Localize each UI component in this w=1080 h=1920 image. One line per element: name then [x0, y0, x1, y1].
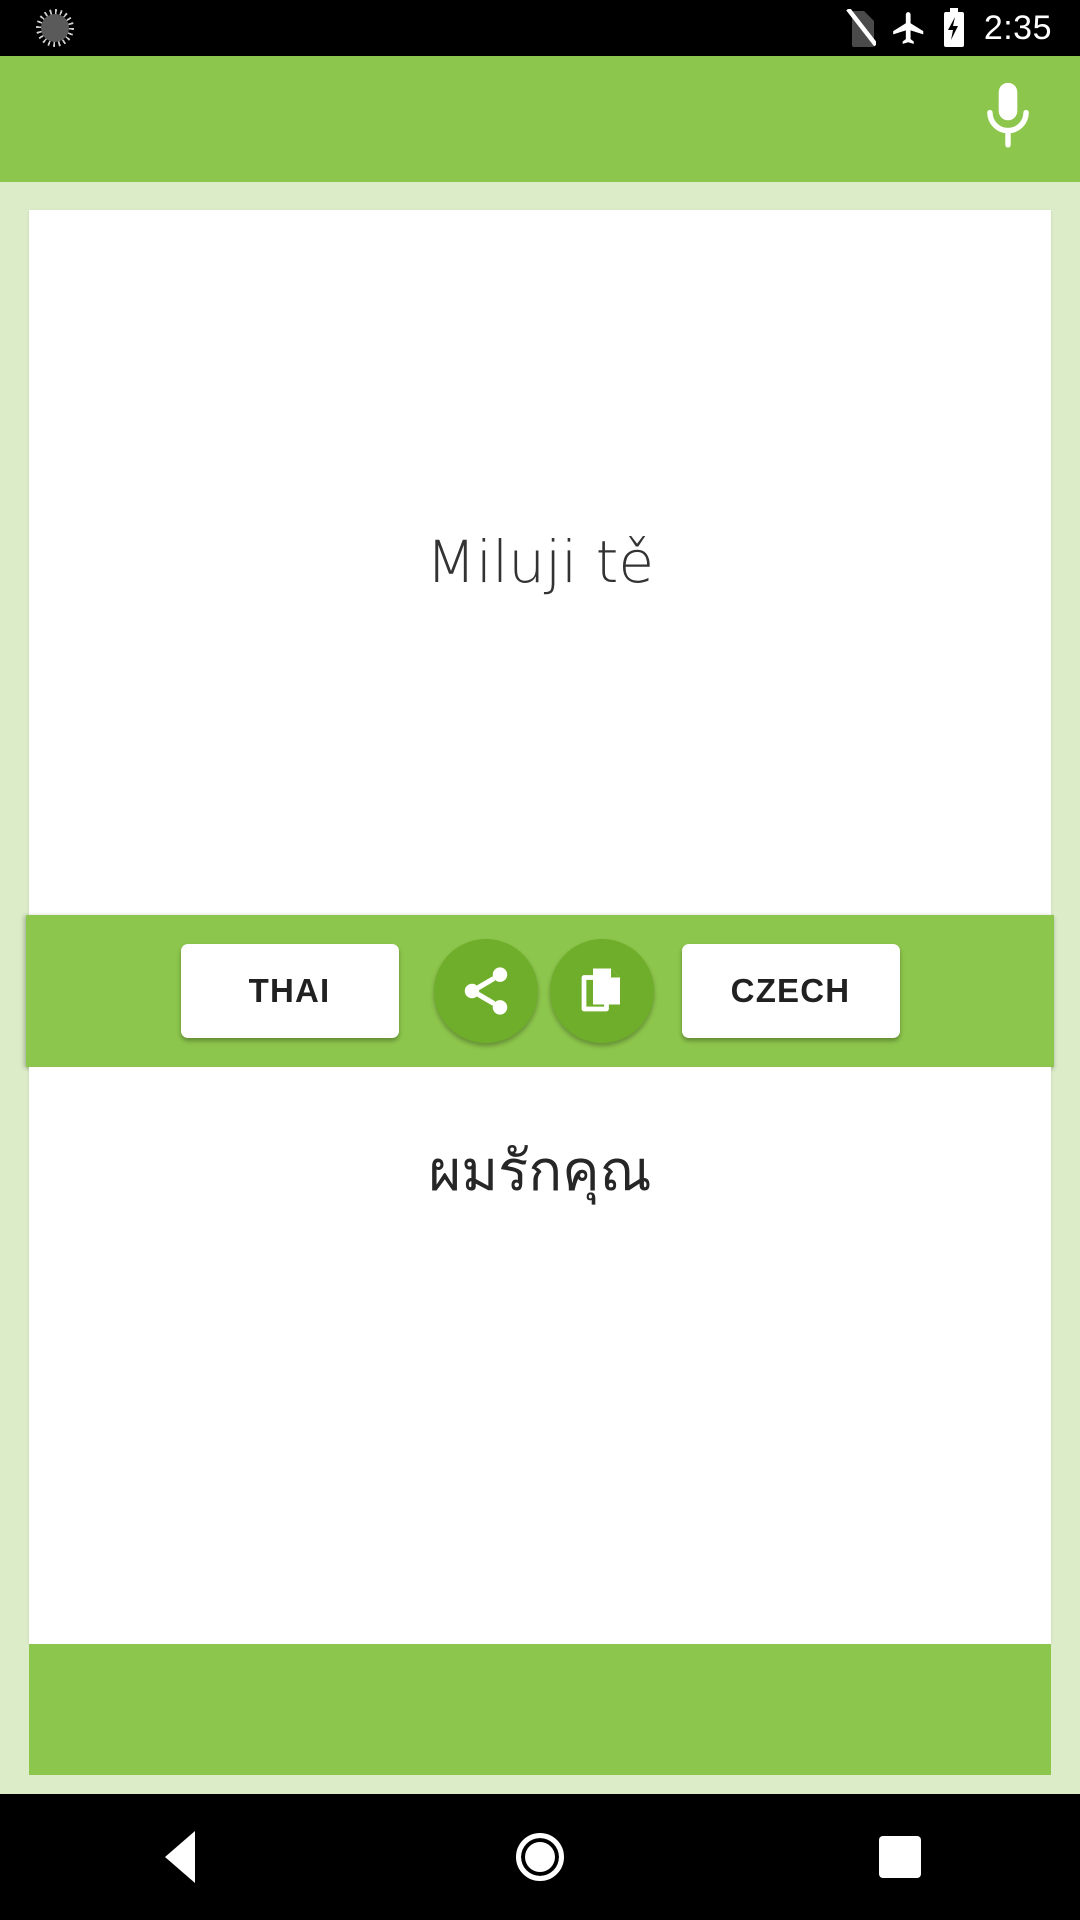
- share-button[interactable]: [433, 939, 538, 1043]
- source-language-button[interactable]: THAI: [180, 944, 399, 1038]
- battery-charging-icon: [943, 8, 964, 47]
- no-sim-icon: [846, 9, 876, 47]
- target-language-label: CZECH: [730, 972, 851, 1009]
- source-text: Miluji tě: [425, 527, 655, 596]
- source-text-panel[interactable]: Miluji tě: [29, 210, 1051, 915]
- action-toolbar: THAI CZECH: [26, 915, 1054, 1067]
- source-language-label: THAI: [248, 972, 331, 1009]
- sun-notification-icon: [36, 9, 74, 47]
- status-bar-left: [0, 9, 846, 47]
- nav-home-button[interactable]: [440, 1794, 640, 1920]
- airplane-mode-icon: [892, 12, 924, 44]
- status-bar: 2:35: [0, 0, 1080, 56]
- back-icon: [165, 1831, 195, 1883]
- microphone-icon: [987, 82, 1029, 148]
- target-text-panel[interactable]: ผมรักคุณ: [29, 1067, 1051, 1644]
- nav-back-button[interactable]: [80, 1794, 280, 1920]
- bottom-ad-panel: [29, 1644, 1051, 1775]
- share-icon: [464, 967, 507, 1015]
- status-bar-clock: 2:35: [983, 9, 1052, 47]
- voice-input-button[interactable]: [960, 71, 1056, 167]
- target-text: ผมรักคุณ: [428, 1139, 652, 1204]
- phone-screen: 2:35 Miluji tě THAI CZECH ผมรักคุณ: [0, 0, 1080, 1920]
- nav-recents-button[interactable]: [800, 1794, 1000, 1920]
- target-language-button[interactable]: CZECH: [681, 944, 900, 1038]
- recents-icon: [879, 1836, 921, 1878]
- status-bar-right: 2:35: [846, 8, 1080, 48]
- copy-icon: [581, 968, 620, 1012]
- app-bar: [0, 56, 1080, 182]
- copy-button[interactable]: [549, 939, 654, 1043]
- android-navigation-bar: [0, 1794, 1080, 1920]
- home-icon: [516, 1833, 564, 1881]
